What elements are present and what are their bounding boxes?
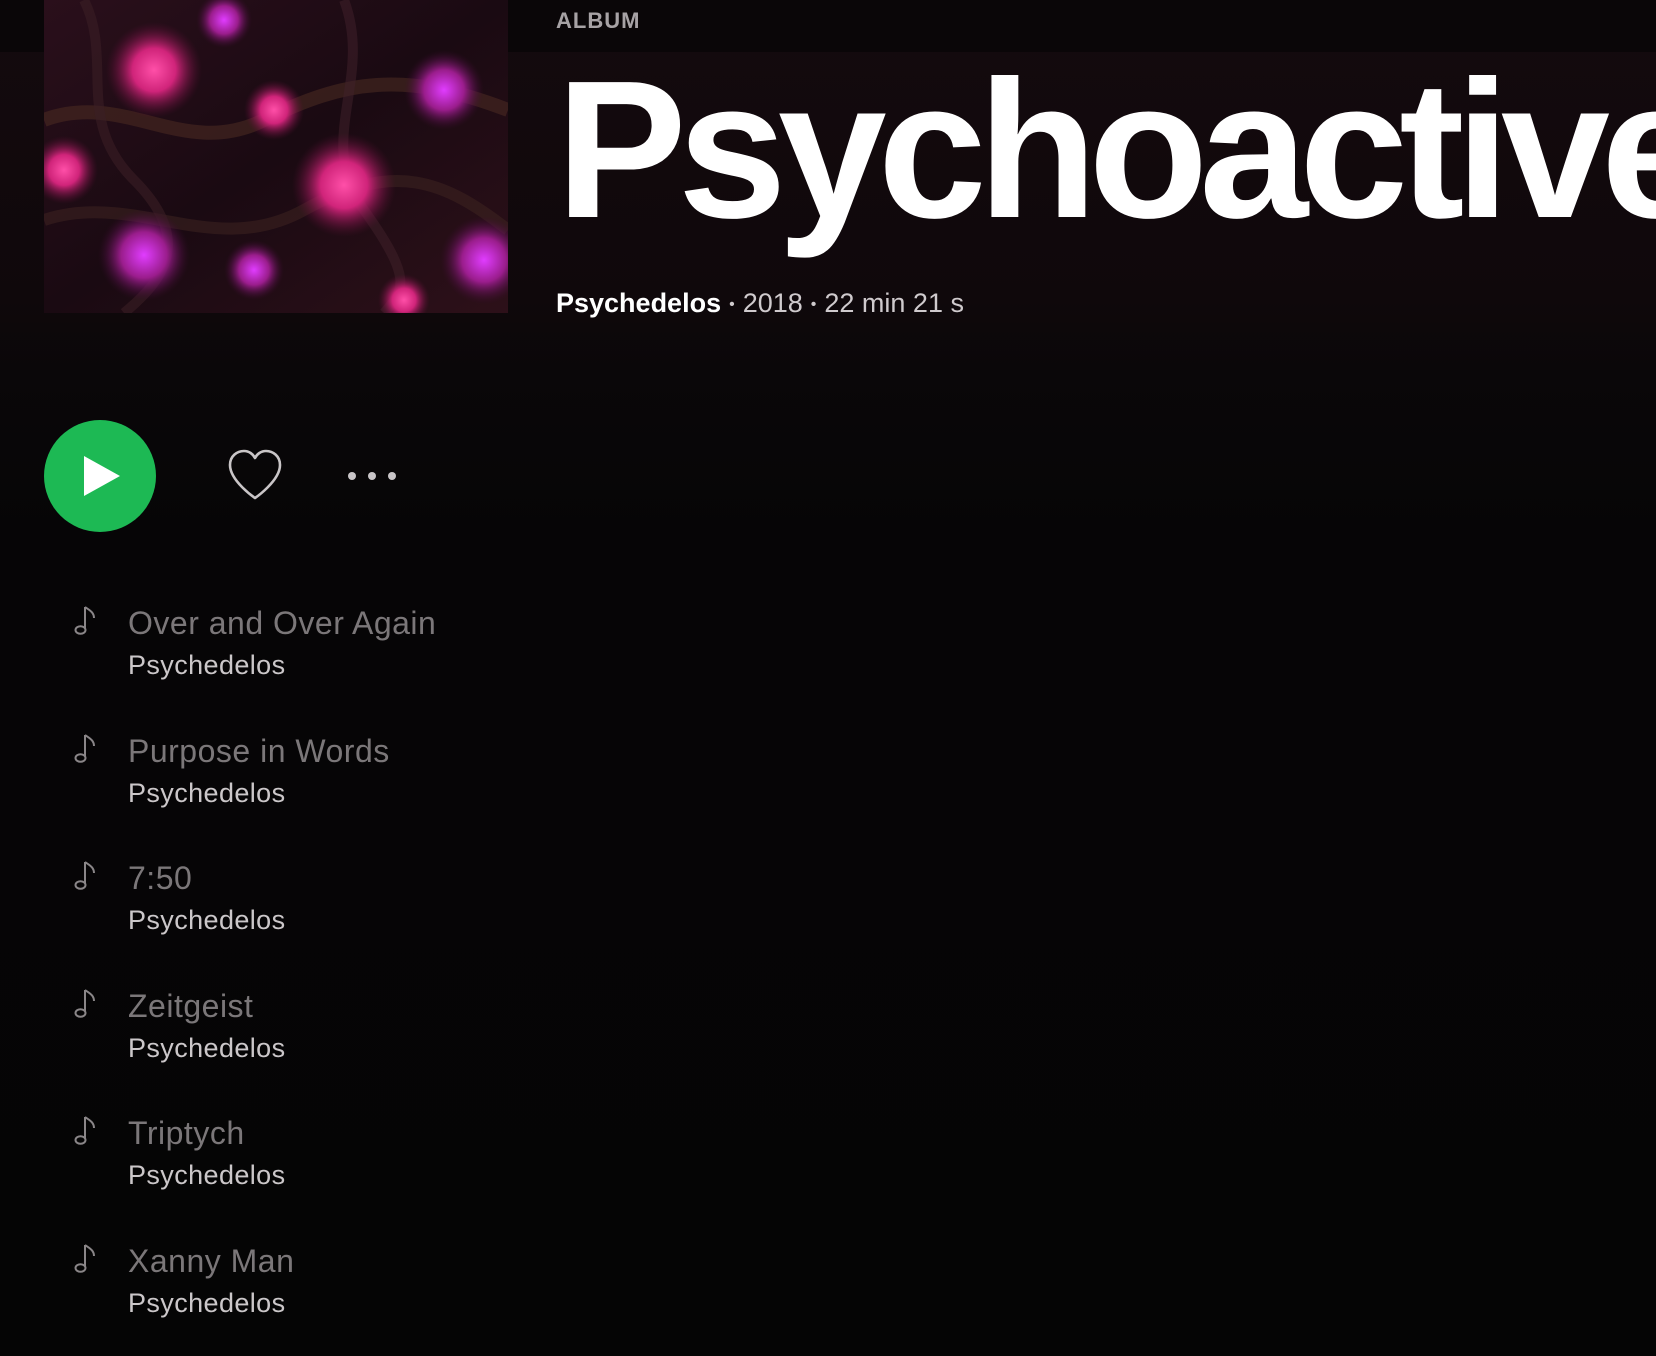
album-meta: Psychedelos • 2018 • 22 min 21 s bbox=[556, 288, 964, 319]
track-row[interactable]: Triptych Psychedelos bbox=[0, 1100, 900, 1228]
track-artist[interactable]: Psychedelos bbox=[128, 1160, 286, 1191]
music-note-icon bbox=[72, 732, 100, 766]
meta-separator: • bbox=[810, 295, 817, 313]
album-page: ALBUM Psychoactive Psychedelos • 2018 • … bbox=[0, 0, 1656, 1344]
track-row[interactable]: 7:50 Psychedelos bbox=[0, 845, 900, 973]
music-note-icon bbox=[72, 859, 100, 893]
track-artist[interactable]: Psychedelos bbox=[128, 1033, 286, 1064]
album-artist-link[interactable]: Psychedelos bbox=[556, 288, 721, 318]
play-icon bbox=[84, 456, 120, 496]
track-title[interactable]: Over and Over Again bbox=[128, 605, 436, 642]
album-type-label: ALBUM bbox=[556, 8, 641, 33]
track-row[interactable]: Xanny Man Psychedelos bbox=[0, 1228, 900, 1356]
track-artist[interactable]: Psychedelos bbox=[128, 905, 286, 936]
music-note-icon bbox=[72, 604, 100, 638]
track-list: Over and Over Again Psychedelos Purpose … bbox=[0, 590, 900, 1356]
track-artist[interactable]: Psychedelos bbox=[128, 1288, 286, 1319]
track-artist[interactable]: Psychedelos bbox=[128, 778, 286, 809]
meta-separator: • bbox=[729, 295, 735, 313]
album-cover bbox=[44, 0, 508, 313]
more-options-button[interactable] bbox=[344, 460, 400, 492]
track-artist[interactable]: Psychedelos bbox=[128, 650, 286, 681]
album-duration: 22 min 21 s bbox=[824, 288, 964, 318]
track-row[interactable]: Over and Over Again Psychedelos bbox=[0, 590, 900, 718]
track-row[interactable]: Zeitgeist Psychedelos bbox=[0, 973, 900, 1101]
album-art-image bbox=[44, 0, 508, 313]
music-note-icon bbox=[72, 1114, 100, 1148]
play-button[interactable] bbox=[44, 420, 156, 532]
album-year: 2018 bbox=[742, 288, 803, 318]
track-title[interactable]: Triptych bbox=[128, 1115, 245, 1152]
like-button[interactable] bbox=[226, 448, 284, 502]
music-note-icon bbox=[72, 1242, 100, 1276]
action-bar bbox=[44, 420, 464, 532]
album-title: Psychoactive bbox=[556, 40, 1656, 259]
more-horizontal-icon bbox=[348, 472, 396, 480]
track-title[interactable]: Xanny Man bbox=[128, 1243, 294, 1280]
heart-outline-icon bbox=[228, 449, 282, 500]
track-title[interactable]: 7:50 bbox=[128, 860, 192, 897]
music-note-icon bbox=[72, 987, 100, 1021]
track-row[interactable]: Purpose in Words Psychedelos bbox=[0, 718, 900, 846]
track-title[interactable]: Purpose in Words bbox=[128, 733, 390, 770]
track-title[interactable]: Zeitgeist bbox=[128, 988, 253, 1025]
